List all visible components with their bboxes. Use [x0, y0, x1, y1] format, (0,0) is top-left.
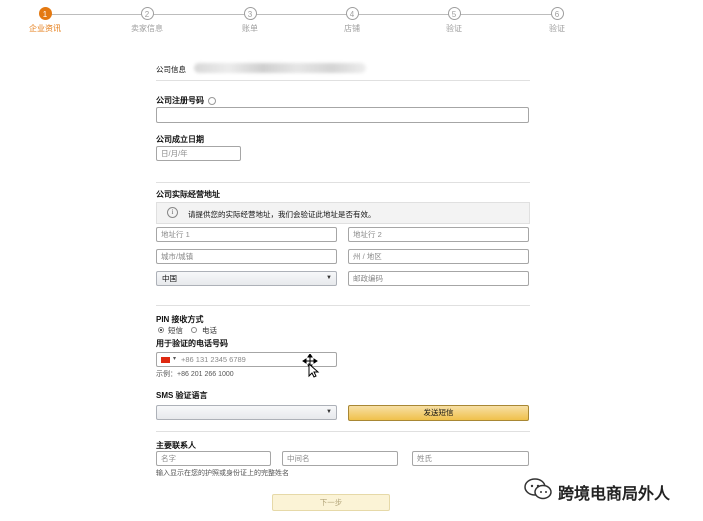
divider	[156, 80, 530, 81]
step-2-label: 卖家信息	[131, 24, 163, 33]
step-3: 3 账单	[215, 7, 285, 34]
address-notice: i 请提供您的实际经营地址，我们会验证此地址是否有效。	[156, 202, 530, 224]
step-4-label: 店铺	[344, 24, 360, 33]
state-input[interactable]: 州 / 地区	[348, 249, 529, 264]
country-select-value: 中国	[162, 274, 177, 283]
progress-stepper: 1 企业资讯 2 卖家信息 3 账单 4 店铺 5 验证 6 验证	[0, 0, 703, 44]
established-date-input[interactable]: 日/月/年	[156, 146, 241, 161]
move-cursor-icon	[302, 354, 320, 378]
step-3-label: 账单	[242, 24, 258, 33]
radio-sms-label[interactable]: 短信	[168, 325, 183, 336]
step-1: 1 企业资讯	[10, 7, 80, 34]
step-4: 4 店铺	[317, 7, 387, 34]
step-5-label: 验证	[446, 24, 462, 33]
step-3-circle: 3	[243, 7, 257, 20]
country-select[interactable]: 中国 ▼	[156, 271, 337, 286]
info-icon: i	[167, 207, 178, 218]
address-line1-input[interactable]: 地址行 1	[156, 227, 337, 242]
reg-number-label: 公司注册号码	[156, 95, 217, 106]
first-name-input[interactable]: 名字	[156, 451, 271, 466]
radio-phone-label[interactable]: 电话	[202, 325, 217, 336]
address-line2-input[interactable]: 地址行 2	[348, 227, 529, 242]
reg-number-input[interactable]	[156, 107, 529, 123]
address-title: 公司实际经营地址	[156, 190, 220, 199]
step-1-label: 企业资讯	[29, 24, 61, 33]
step-4-circle: 4	[345, 7, 359, 20]
step-2: 2 卖家信息	[112, 7, 182, 34]
phone-example: 示例：+86 201 266 1000	[156, 371, 234, 378]
step-5-circle: 5	[447, 7, 461, 20]
info-circle-icon[interactable]	[208, 96, 217, 105]
step-6: 6 验证	[522, 7, 592, 34]
full-name-hint: 输入显示在您的护照或身份证上的完整姓名	[156, 470, 289, 477]
redacted-company-name	[194, 63, 366, 73]
divider	[156, 431, 530, 432]
step-5: 5 验证	[419, 7, 489, 34]
radio-phone[interactable]	[191, 327, 197, 333]
radio-sms[interactable]	[158, 327, 164, 333]
step-2-circle: 2	[140, 7, 154, 20]
reg-number-label-text: 公司注册号码	[156, 96, 204, 105]
address-notice-text: 请提供您的实际经营地址，我们会验证此地址是否有效。	[188, 210, 376, 219]
watermark-text: 跨境电商局外人	[558, 486, 671, 503]
middle-name-input[interactable]: 中间名	[282, 451, 398, 466]
sms-language-select[interactable]: ▼	[156, 405, 337, 420]
wechat-icon	[524, 478, 552, 500]
step-6-label: 验证	[549, 24, 565, 33]
phone-number-placeholder: +86 131 2345 6789	[181, 355, 246, 364]
caret-down-icon: ▼	[326, 409, 332, 415]
next-button[interactable]: 下一步	[272, 494, 390, 511]
caret-down-icon[interactable]: ▾	[173, 353, 176, 366]
postal-code-input[interactable]: 邮政编码	[348, 271, 529, 286]
company-info-label: 公司信息	[156, 65, 186, 74]
caret-down-icon: ▼	[326, 275, 332, 281]
china-flag-icon[interactable]	[161, 357, 170, 363]
send-sms-button[interactable]: 发送短信	[348, 405, 529, 421]
pin-method-title: PIN 接收方式	[156, 315, 204, 324]
divider	[156, 305, 530, 306]
sms-language-title: SMS 验证语言	[156, 391, 208, 400]
established-date-label: 公司成立日期	[156, 135, 204, 144]
step-1-circle: 1	[38, 7, 52, 20]
phone-number-label: 用于验证的电话号码	[156, 339, 228, 348]
primary-contact-title: 主要联系人	[156, 441, 196, 450]
city-input[interactable]: 城市/城镇	[156, 249, 337, 264]
divider	[156, 182, 530, 183]
last-name-input[interactable]: 姓氏	[412, 451, 529, 466]
step-6-circle: 6	[550, 7, 564, 20]
